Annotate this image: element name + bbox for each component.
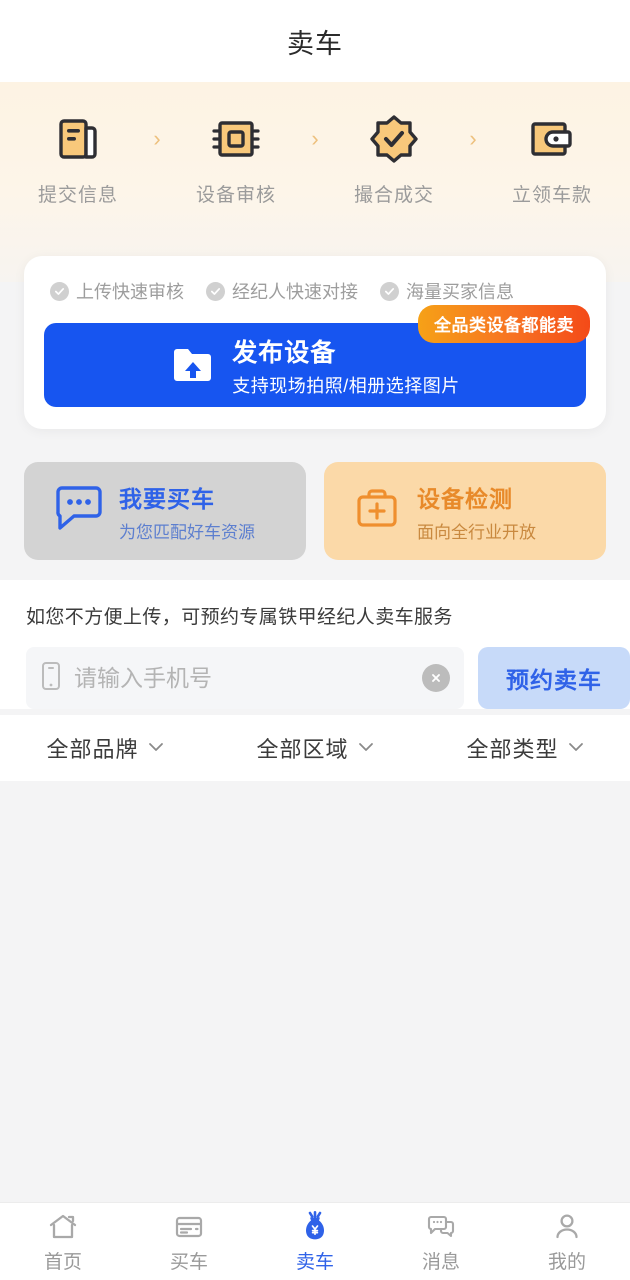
document-icon [53, 108, 103, 170]
tab-message-label: 消息 [421, 1251, 460, 1273]
device-inspection-texts: 设备检测 面向全行业开放 [417, 480, 536, 543]
mobile-phone-icon [40, 661, 62, 696]
buy-car-title: 我要买车 [119, 485, 215, 512]
filter-brand-label: 全部品牌 [46, 737, 139, 762]
step-deal-matched: 撮合成交 [336, 108, 452, 207]
process-steps-banner: 提交信息 › 设备审核 › 撮合成交 › 立领车款 [0, 82, 630, 282]
chevron-down-icon [148, 739, 164, 757]
reserve-sell-button[interactable]: 预约卖车 [478, 647, 630, 709]
filter-brand[interactable]: 全部品牌 [0, 732, 210, 764]
tab-profile-label: 我的 [547, 1251, 586, 1273]
chip-icon [211, 108, 261, 170]
feature-item: 经纪人快速对接 [206, 278, 358, 304]
feature-label: 上传快速审核 [76, 282, 184, 302]
tab-home[interactable]: 首页 [0, 1210, 126, 1274]
upload-folder-icon [170, 342, 216, 388]
chevron-down-icon [358, 739, 374, 757]
toolbox-plus-icon [352, 484, 404, 539]
home-icon [47, 1210, 79, 1242]
tab-message[interactable]: 消息 [378, 1210, 504, 1274]
step-submit-info: 提交信息 [20, 108, 136, 207]
feature-item: 上传快速审核 [50, 278, 184, 304]
feature-label: 海量买家信息 [406, 282, 514, 302]
step-device-review: 设备审核 [178, 108, 294, 207]
phone-input-field[interactable] [26, 647, 464, 709]
buy-car-texts: 我要买车 为您匹配好车资源 [119, 480, 255, 543]
wallet-icon [527, 108, 577, 170]
tab-buy[interactable]: 买车 [126, 1210, 252, 1274]
publish-button-subtitle: 支持现场拍照/相册选择图片 [232, 375, 460, 396]
person-icon [551, 1210, 583, 1242]
money-bag-icon [299, 1210, 331, 1242]
all-categories-badge: 全品类设备都能卖 [418, 305, 590, 343]
publish-button-wrapper: 全品类设备都能卖 发布设备 支持现场拍照/相册选择图片 [44, 305, 590, 407]
filter-type-label: 全部类型 [466, 737, 559, 762]
step-label: 立领车款 [511, 185, 592, 206]
check-circle-icon [206, 281, 225, 301]
card-icon [173, 1210, 205, 1242]
step-arrow-icon: › [153, 126, 161, 151]
chevron-down-icon [568, 739, 584, 757]
tab-sell[interactable]: 卖车 [252, 1210, 378, 1274]
phone-input[interactable] [74, 664, 410, 692]
page-title: 卖车 [287, 28, 343, 59]
bottom-tab-bar: 首页 买车 卖车 消息 我的 [0, 1202, 630, 1280]
page-header: 卖车 [0, 0, 630, 82]
agent-reservation-section: 如您不方便上传，可预约专属铁甲经纪人卖车服务 预约卖车 [0, 580, 630, 709]
action-cards-row: 我要买车 为您匹配好车资源 设备检测 面向全行业开放 [24, 462, 606, 560]
tab-profile[interactable]: 我的 [504, 1210, 630, 1274]
step-label: 撮合成交 [353, 185, 434, 206]
filter-region-label: 全部区域 [256, 737, 349, 762]
sell-car-page: 卖车 提交信息 › 设备审核 › 撮合成交 › 立领车款 上传快速审核 经纪人快… [0, 0, 630, 1280]
publish-button-texts: 发布设备 支持现场拍照/相册选择图片 [232, 333, 460, 398]
step-arrow-icon: › [311, 126, 319, 151]
publish-card: 上传快速审核 经纪人快速对接 海量买家信息 全品类设备都能卖 发布设备 支持现场… [24, 256, 606, 429]
tab-sell-label: 卖车 [295, 1251, 334, 1273]
filter-region[interactable]: 全部区域 [210, 732, 420, 764]
tab-buy-label: 买车 [169, 1251, 208, 1273]
message-icon [425, 1210, 457, 1242]
empty-content-area [0, 781, 630, 1203]
step-label: 设备审核 [195, 185, 276, 206]
agent-note: 如您不方便上传，可预约专属铁甲经纪人卖车服务 [26, 607, 453, 628]
clear-circle-icon[interactable] [422, 664, 450, 692]
device-inspection-subtitle: 面向全行业开放 [417, 522, 536, 542]
filter-bar: 全部品牌 全部区域 全部类型 [0, 715, 630, 781]
buy-car-card[interactable]: 我要买车 为您匹配好车资源 [24, 462, 306, 560]
step-receive-payment: 立领车款 [494, 108, 610, 207]
device-inspection-card[interactable]: 设备检测 面向全行业开放 [324, 462, 606, 560]
check-circle-icon [380, 281, 399, 301]
phone-row: 预约卖车 [0, 647, 630, 709]
chat-bubble-icon [52, 484, 106, 539]
feature-item: 海量买家信息 [380, 278, 514, 304]
step-label: 提交信息 [37, 185, 118, 206]
feature-list: 上传快速审核 经纪人快速对接 海量买家信息 [44, 278, 586, 304]
tab-home-label: 首页 [43, 1251, 82, 1273]
buy-car-subtitle: 为您匹配好车资源 [119, 522, 255, 542]
check-circle-icon [50, 281, 69, 301]
feature-label: 经纪人快速对接 [232, 282, 358, 302]
filter-type[interactable]: 全部类型 [420, 732, 630, 764]
step-arrow-icon: › [469, 126, 477, 151]
process-steps-row: 提交信息 › 设备审核 › 撮合成交 › 立领车款 [0, 108, 630, 207]
device-inspection-title: 设备检测 [417, 485, 513, 512]
verified-badge-icon [369, 108, 419, 170]
